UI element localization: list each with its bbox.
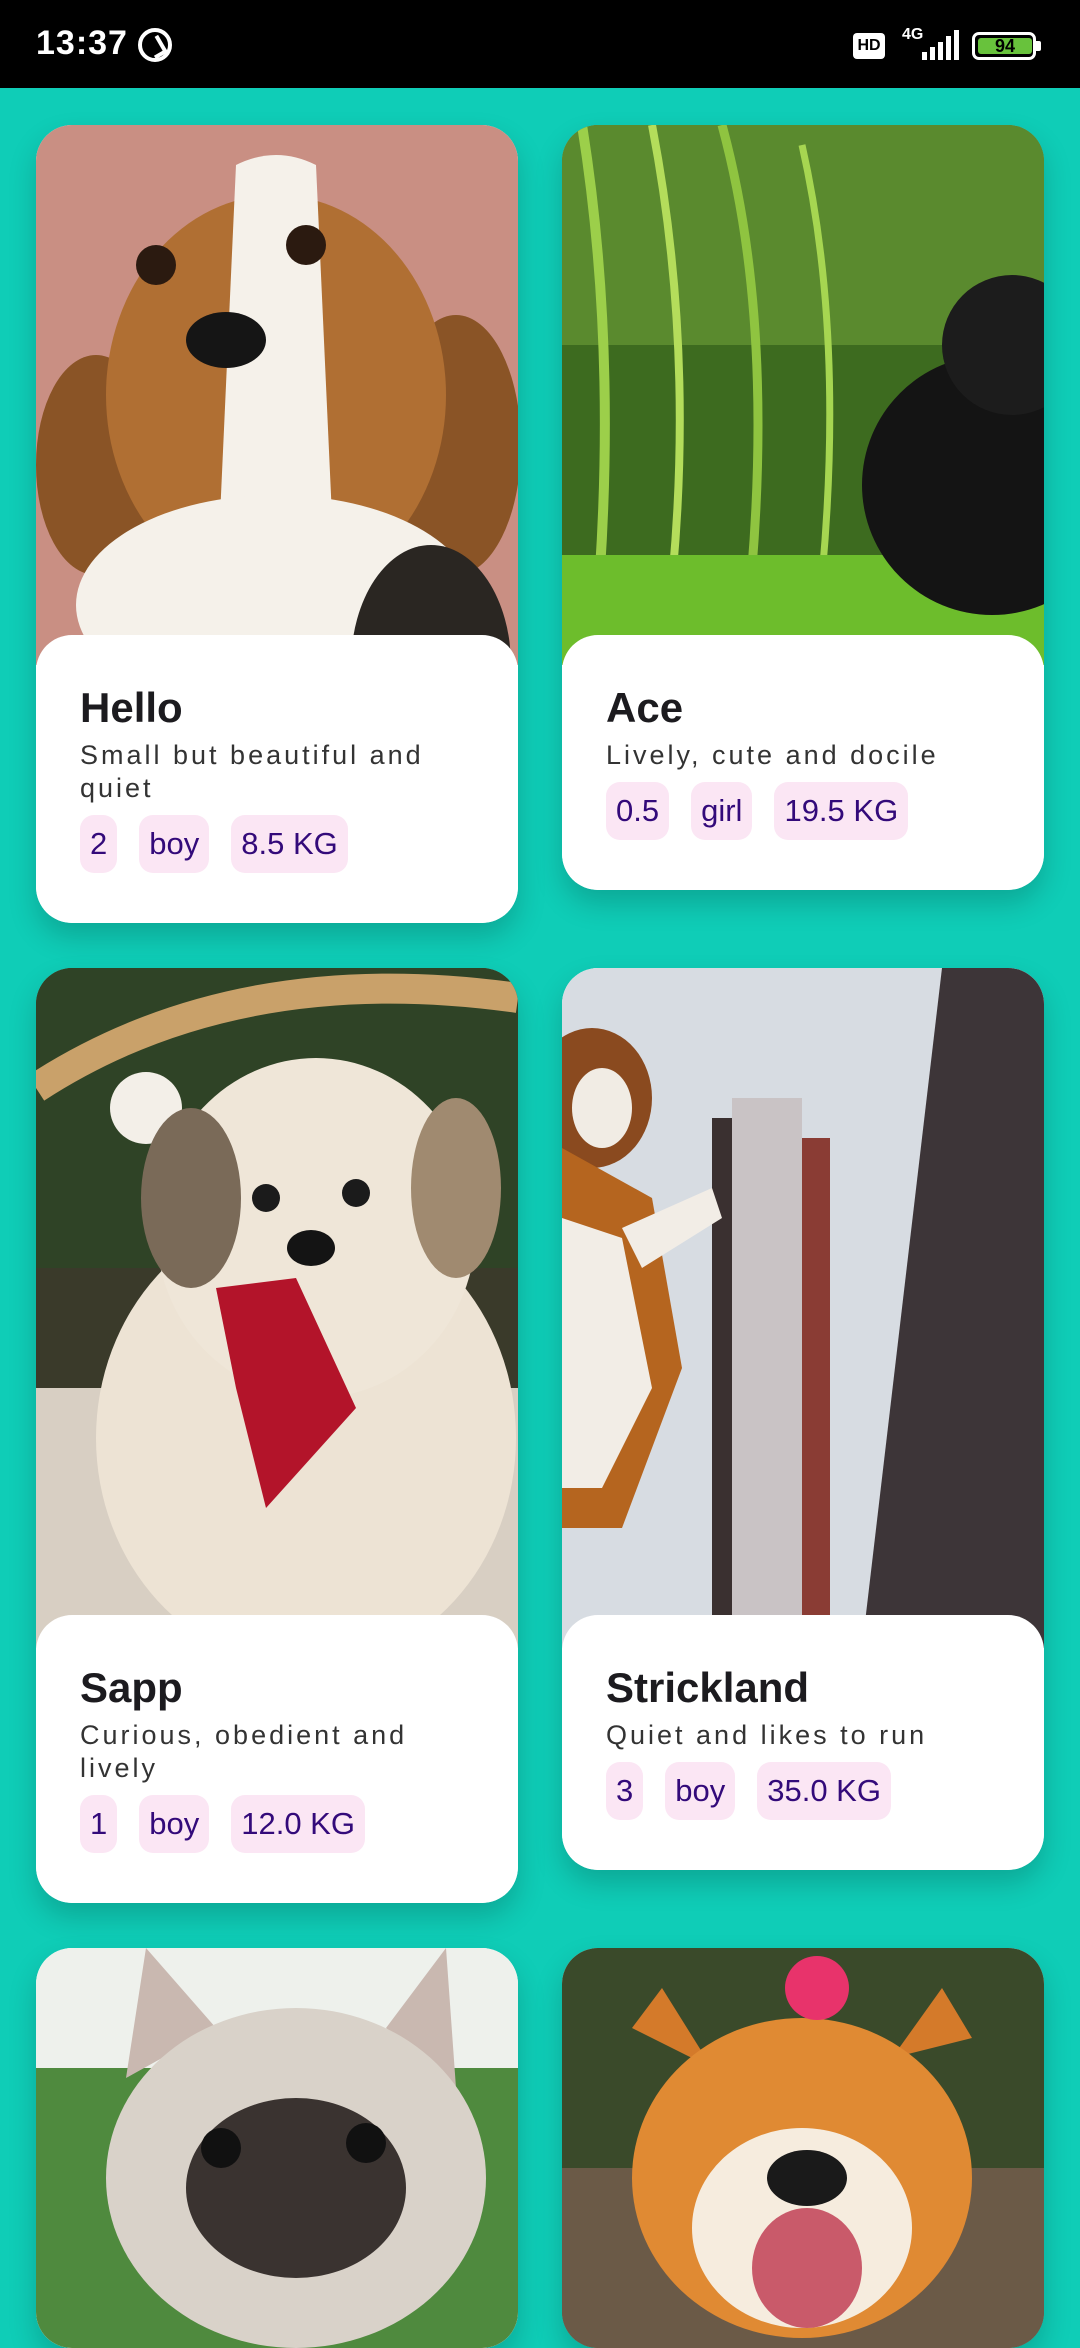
dog-description: Small but beautiful and quiet — [80, 740, 424, 803]
dog-card-strickland[interactable]: Strickland Quiet and likes to run 3 boy … — [562, 968, 1044, 1870]
french-bulldog-photo — [36, 1948, 518, 2348]
dog-name: Ace — [606, 684, 684, 731]
battery-icon: 94 — [972, 32, 1041, 60]
age-tag: 2 — [80, 815, 118, 873]
status-bar: 13:37 HD 4G 94 — [0, 0, 1080, 88]
weight-tag: 8.5 KG — [231, 815, 348, 873]
dog-info-panel: Strickland Quiet and likes to run 3 boy … — [562, 1615, 1044, 1870]
dog-card-french-bulldog[interactable] — [36, 1948, 518, 2348]
gender-tag: boy — [665, 1762, 736, 1820]
weight-tag: 19.5 KG — [774, 782, 909, 840]
status-time: 13:37 — [36, 24, 128, 62]
dog-info-panel: Sapp Curious, obedient and lively 1 boy … — [36, 1615, 518, 1903]
dog-name: Hello — [80, 684, 183, 731]
shih-tzu-with-gift-bag-photo — [36, 968, 518, 1648]
dog-card-sapp[interactable]: Sapp Curious, obedient and lively 1 boy … — [36, 968, 518, 1903]
gender-tag: girl — [691, 782, 753, 840]
dog-info-panel: Hello Small but beautiful and quiet 2 bo… — [36, 635, 518, 923]
dog-description: Quiet and likes to run — [606, 1720, 928, 1750]
dog-tags: 2 boy 8.5 KG — [80, 815, 474, 873]
dog-info-panel: Ace Lively, cute and docile 0.5 girl 19.… — [562, 635, 1044, 890]
dog-card-hello[interactable]: Hello Small but beautiful and quiet 2 bo… — [36, 125, 518, 923]
signal-strength-icon — [922, 30, 959, 60]
weight-tag: 35.0 KG — [757, 1762, 891, 1820]
dog-name: Strickland — [606, 1664, 810, 1711]
dog-name: Sapp — [80, 1664, 183, 1711]
age-tag: 0.5 — [606, 782, 670, 840]
dog-description: Curious, obedient and lively — [80, 1720, 408, 1783]
beagle-photo — [36, 125, 518, 665]
dog-tags: 0.5 girl 19.5 KG — [606, 782, 1000, 840]
gender-tag: boy — [139, 815, 210, 873]
dog-tags: 1 boy 12.0 KG — [80, 1795, 474, 1853]
weight-tag: 12.0 KG — [231, 1795, 365, 1853]
gender-tag: boy — [139, 1795, 210, 1853]
dog-description: Lively, cute and docile — [606, 740, 939, 770]
age-tag: 3 — [606, 1762, 644, 1820]
data-saver-icon — [138, 28, 172, 62]
dog-tags: 3 boy 35.0 KG — [606, 1762, 1000, 1820]
age-tag: 1 — [80, 1795, 118, 1853]
shiba-inu-with-flower-photo — [562, 1948, 1044, 2348]
hound-at-snowy-fence-photo — [562, 968, 1044, 1648]
black-puppy-in-grass-photo — [562, 125, 1044, 665]
battery-level: 94 — [978, 37, 1032, 55]
dog-card-shiba-inu[interactable] — [562, 1948, 1044, 2348]
dog-card-ace[interactable]: Ace Lively, cute and docile 0.5 girl 19.… — [562, 125, 1044, 890]
hd-voice-icon: HD — [853, 33, 885, 59]
